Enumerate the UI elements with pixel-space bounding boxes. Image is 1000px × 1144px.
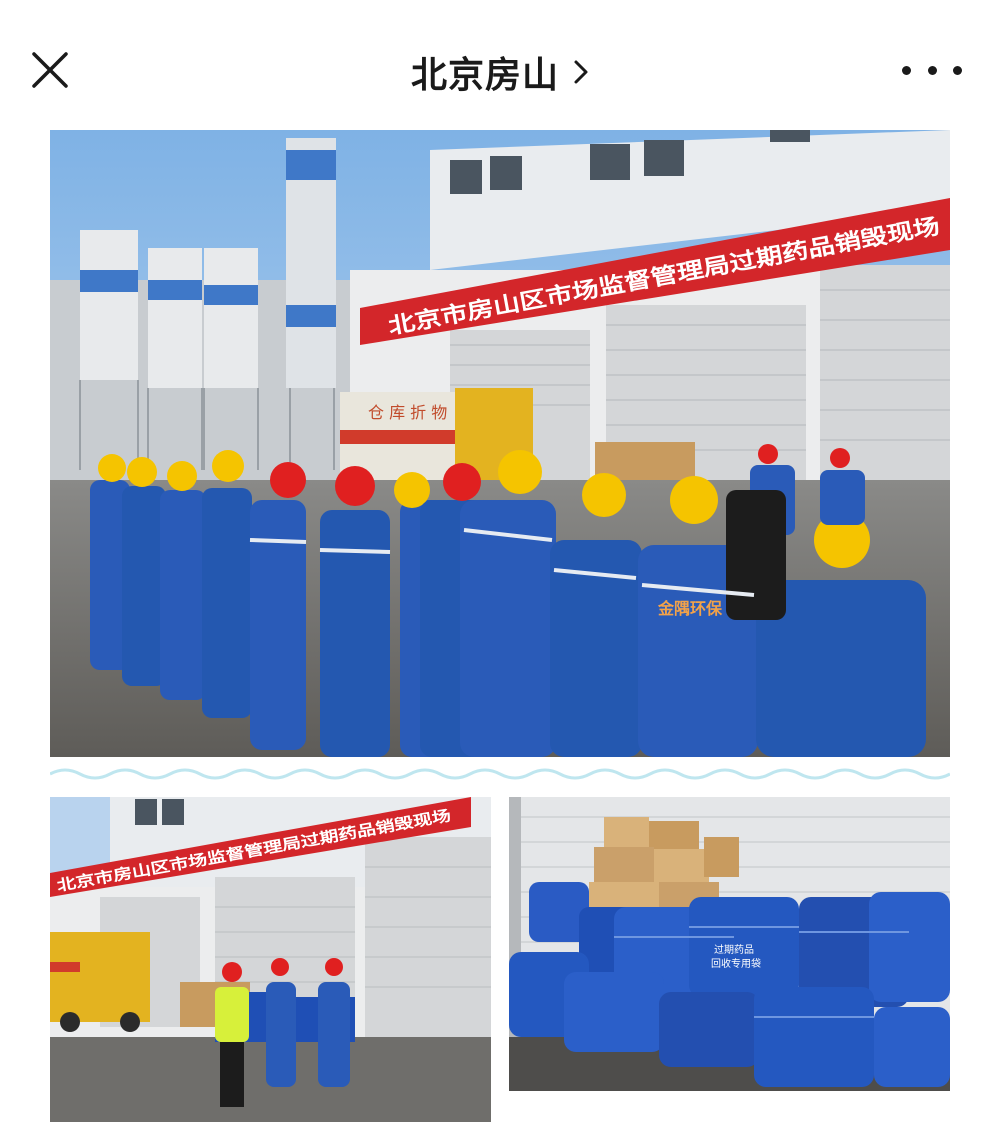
bag-label-line-1: 过期药品 [714,943,754,956]
more-dot-icon [927,65,937,75]
main-photo-scene: 北京市房山区市场监督管理局过期药品销毁现场 仓 库 折 物 金隅环保 [50,130,950,757]
title-area: 北京房山 [0,44,1000,100]
main-photo[interactable]: 北京市房山区市场监督管理局过期药品销毁现场 仓 库 折 物 金隅环保 [50,130,950,757]
bottom-left-photo-scene: 北京市房山区市场监督管理局过期药品销毁现场 [50,797,491,1122]
truck-text: 仓 库 折 物 [368,403,447,422]
bottom-left-photo[interactable]: 北京市房山区市场监督管理局过期药品销毁现场 [50,797,491,1122]
more-dot-icon [953,65,962,75]
account-title-link[interactable]: 北京房山 [411,46,589,98]
bottom-right-photo-scene: 过期药品 回收专用袋 [509,797,950,1091]
uniform-logo-text: 金隅环保 [657,599,723,618]
more-button[interactable] [902,52,962,88]
truck [50,932,150,1022]
page-title: 北京房山 [410,55,559,96]
chevron-right-icon [574,60,588,84]
bottom-right-photo[interactable]: 过期药品 回收专用袋 [509,797,950,1091]
bag-label-line-2: 回收专用袋 [711,957,761,970]
more-dot-icon [902,65,911,75]
wave-divider [50,768,950,780]
bottom-spacer [0,1122,1000,1144]
top-bar: 北京房山 [0,0,1000,130]
